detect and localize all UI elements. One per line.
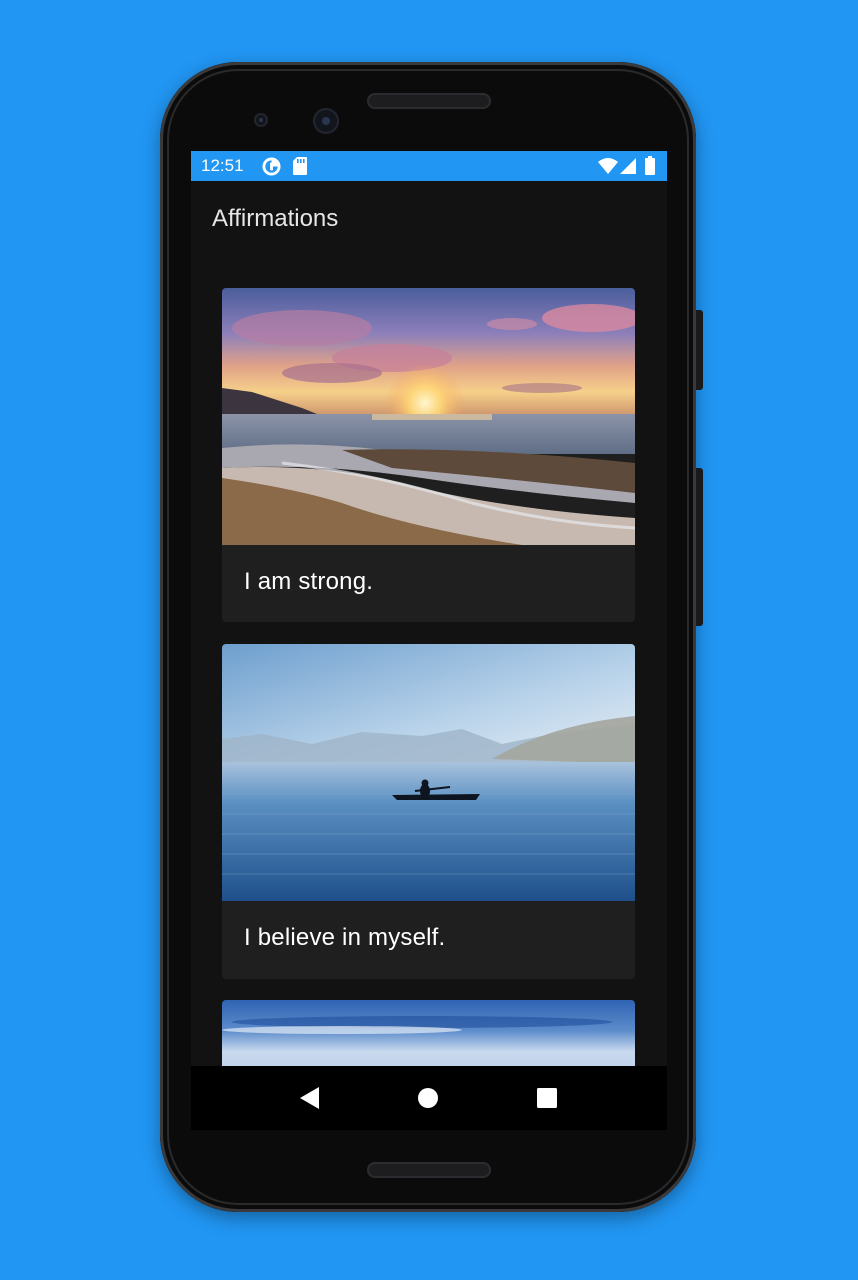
affirmation-text: I am strong.	[244, 568, 374, 595]
back-icon[interactable]	[294, 1084, 322, 1112]
sunset-beach-image	[222, 288, 635, 545]
cell-signal-icon	[620, 158, 636, 179]
affirmation-card[interactable]: I am strong.	[222, 288, 635, 622]
front-sensor	[254, 113, 268, 127]
home-icon[interactable]	[414, 1084, 442, 1112]
sd-card-icon	[293, 157, 307, 180]
data-saver-icon	[262, 157, 281, 181]
status-time: 12:51	[201, 156, 244, 175]
battery-icon	[645, 156, 655, 180]
affirmation-text: I believe in myself.	[244, 924, 446, 951]
power-button	[696, 310, 703, 390]
blue-sky-image	[222, 1000, 635, 1066]
front-camera-icon	[313, 108, 339, 134]
affirmation-card[interactable]: I believe in myself.	[222, 644, 635, 979]
navigation-bar	[191, 1066, 667, 1130]
top-speaker	[367, 93, 491, 109]
volume-button	[696, 468, 703, 626]
wifi-icon	[598, 158, 618, 179]
app-screen: 12:51 Affirmations I am strong. I believ…	[191, 151, 667, 1066]
recents-icon[interactable]	[533, 1084, 561, 1112]
affirmation-card[interactable]	[222, 1000, 635, 1066]
status-bar: 12:51	[191, 151, 667, 181]
bottom-speaker	[367, 1162, 491, 1178]
page-title: Affirmations	[212, 205, 339, 232]
kayak-lake-image	[222, 644, 635, 901]
